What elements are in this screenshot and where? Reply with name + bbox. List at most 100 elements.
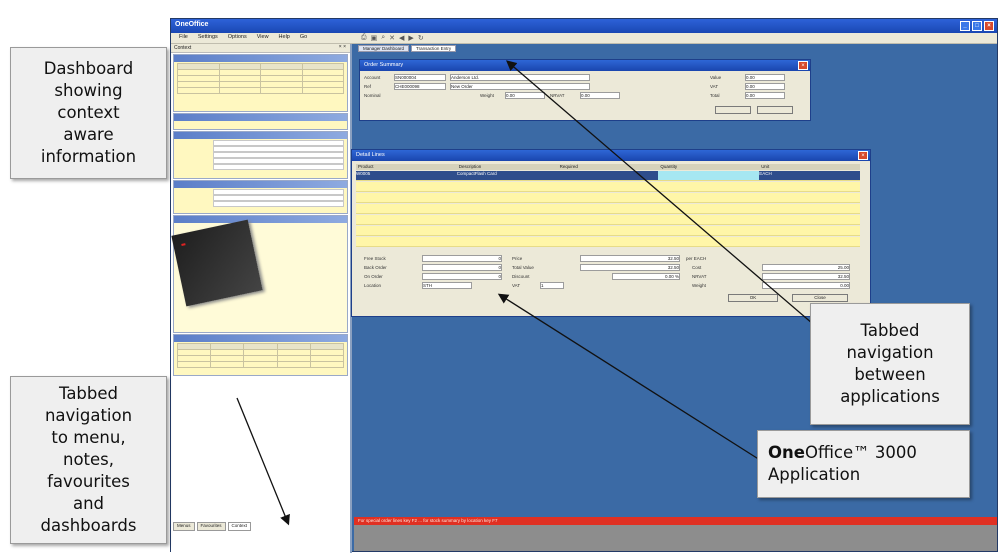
on-order-label: On Order: [364, 274, 383, 279]
account-name-field[interactable]: Anderson Ltd.: [450, 74, 590, 81]
per-unit-label: per EACH: [686, 256, 707, 261]
status-bar: For special order lines key F2 ... for s…: [354, 517, 997, 525]
free-stock-label: Free Stock: [364, 256, 386, 261]
on-order-field[interactable]: 0: [422, 273, 502, 280]
save-icon[interactable]: ▣: [371, 34, 378, 44]
weight-field[interactable]: 0.00: [505, 92, 545, 99]
table-row[interactable]: [356, 237, 860, 247]
total-value-label: Total Value: [512, 265, 534, 270]
ok-button[interactable]: [715, 106, 751, 114]
callout-oneoffice-text: OneOffice™ 3000 Application: [768, 442, 917, 486]
minimize-icon[interactable]: _: [960, 21, 970, 31]
close-icon[interactable]: ×: [984, 21, 994, 31]
menu-item-options[interactable]: Options: [228, 34, 247, 42]
table-row[interactable]: [356, 215, 860, 225]
account-label: Account: [364, 75, 381, 80]
weight-label: Weight: [480, 93, 494, 98]
column-header: Product: [358, 164, 374, 169]
application-tabs: Manager Dashboard Transaction Entry: [354, 44, 460, 53]
menu-item-view[interactable]: View: [257, 34, 269, 42]
close-icon[interactable]: × ×: [339, 44, 346, 50]
customer-address-section: [173, 131, 348, 179]
order-summary-dialog: Order Summary × Account SN000004 Anderso…: [359, 59, 811, 121]
window-title: OneOffice: [175, 21, 209, 28]
contacts-table: [177, 63, 344, 94]
vat-field[interactable]: 0.00: [745, 83, 785, 90]
brand-line2: Application: [768, 465, 861, 484]
tab-context[interactable]: Context: [227, 522, 252, 531]
back-order-field[interactable]: 0: [422, 264, 502, 271]
search-icon[interactable]: ⌕: [381, 34, 385, 44]
dialog-title: Order Summary: [364, 62, 404, 68]
forward-icon[interactable]: ▶: [408, 34, 413, 44]
table-row[interactable]: [177, 87, 344, 94]
table-row[interactable]: [356, 182, 860, 192]
menu-item-go[interactable]: Go: [300, 34, 307, 42]
detail-lines-dialog: Detail Lines × Product Description Requi…: [351, 149, 871, 317]
tab-manager-dashboard[interactable]: Manager Dashboard: [358, 45, 410, 52]
ref-field[interactable]: CHE000098: [394, 83, 446, 90]
price-field[interactable]: 32.50: [580, 255, 680, 262]
table-row[interactable]: [356, 226, 860, 236]
toolbar: ⎙ ▣ ⌕ ✕ ◀ ▶ ↻: [361, 34, 424, 44]
vat-code-label: VAT: [512, 283, 521, 288]
close-button[interactable]: [757, 106, 793, 114]
total-field[interactable]: 0.00: [745, 92, 785, 99]
table-row[interactable]: W0005 CompactFlash Card EACH: [356, 171, 860, 181]
maximize-icon[interactable]: □: [972, 21, 982, 31]
ref-label: Ref: [364, 84, 372, 89]
close-icon[interactable]: ×: [858, 151, 868, 160]
value-field[interactable]: 0.00: [745, 74, 785, 81]
price-label: Price: [512, 256, 523, 261]
column-header: Required: [559, 164, 578, 169]
callout-tabbed-apps: Tabbed navigation between applications: [810, 303, 970, 425]
location-label: Location: [364, 283, 382, 288]
tab-menus[interactable]: Menus: [173, 522, 195, 531]
menu-item-settings[interactable]: Settings: [198, 34, 218, 42]
section-header: [174, 132, 347, 139]
column-header: Description: [458, 164, 482, 169]
status-text: For special order lines key F2 ... for s…: [358, 518, 498, 523]
panel-tabs: Menus Favourites Context: [173, 522, 313, 531]
context-panel-title: Context: [174, 45, 192, 51]
weight-line-field[interactable]: 0.00: [762, 282, 850, 289]
context-panel: Context × × Menus Favourites Context: [171, 44, 352, 553]
product-details-section: [171, 215, 348, 333]
back-icon[interactable]: ◀: [399, 34, 404, 44]
section-body: [174, 139, 347, 171]
menu-item-file[interactable]: File: [179, 34, 188, 42]
back-order-label: Back Order: [364, 265, 387, 270]
footer-bar: [354, 525, 997, 551]
tab-favourites[interactable]: Favourites: [196, 522, 226, 531]
ref-name-field[interactable]: New Order: [450, 83, 590, 90]
table-row[interactable]: [356, 204, 860, 214]
dialog-title: Detail Lines: [356, 152, 385, 158]
print-icon[interactable]: ⎙: [361, 34, 367, 44]
delete-icon[interactable]: ✕: [389, 34, 395, 44]
cost-field[interactable]: 25.00: [762, 264, 850, 271]
ok-button[interactable]: OK: [728, 294, 778, 302]
close-button[interactable]: Close: [792, 294, 848, 302]
nrvat-line-field[interactable]: 32.50: [762, 273, 850, 280]
free-stock-field[interactable]: 0: [422, 255, 502, 262]
nrvat-line-label: NRVAT: [692, 274, 707, 279]
menu-bar: File Settings Options View Help Go: [171, 33, 997, 44]
close-icon[interactable]: ×: [798, 61, 808, 70]
grid-header: Product Description Required Quantity Un…: [356, 164, 860, 170]
stock-on-hand-section: [173, 334, 348, 376]
callout-dashboard-text: Dashboard showing context aware informat…: [40, 59, 137, 166]
account-field[interactable]: SN000004: [394, 74, 446, 81]
nrvat-field[interactable]: 0.00: [580, 92, 620, 99]
brand-bold: One: [768, 443, 805, 462]
customer-notes-section: [173, 113, 348, 130]
table-row[interactable]: [356, 193, 860, 203]
location-field[interactable]: STH: [422, 282, 472, 289]
total-value-field[interactable]: 32.50: [580, 264, 680, 271]
discount-field[interactable]: 0.00 %: [612, 273, 680, 280]
tab-transaction-entry[interactable]: Transaction Entry: [411, 45, 457, 52]
table-row[interactable]: [176, 361, 345, 368]
vat-code-field[interactable]: 1: [540, 282, 564, 289]
menu-item-help[interactable]: Help: [279, 34, 290, 42]
vat-label: VAT: [710, 84, 719, 89]
refresh-icon[interactable]: ↻: [418, 34, 424, 44]
